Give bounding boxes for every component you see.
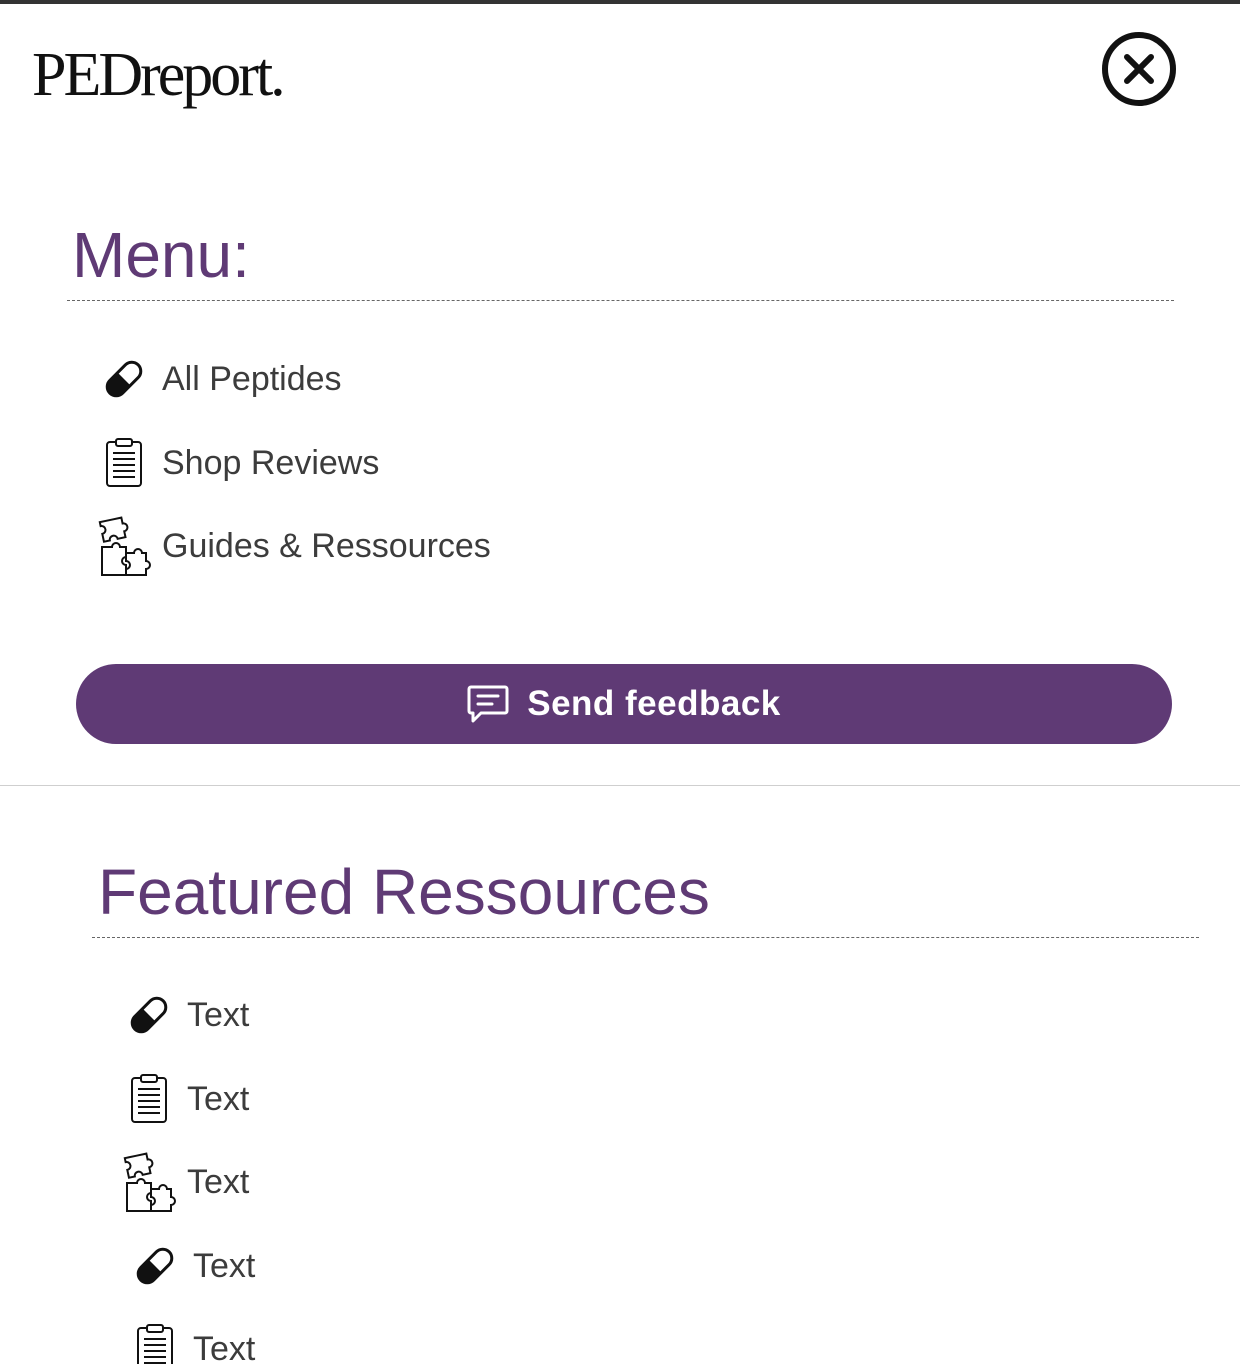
menu-item-label: Guides & Ressources bbox=[162, 527, 491, 565]
puzzle-pieces-icon bbox=[121, 1150, 177, 1214]
clipboard-list-icon bbox=[127, 1317, 183, 1364]
chat-bubble-icon bbox=[467, 684, 509, 724]
section-separator bbox=[0, 785, 1240, 786]
menu-item-guides-ressources[interactable]: Guides & Ressources bbox=[96, 514, 491, 578]
featured-item-label: Text bbox=[193, 1330, 256, 1364]
pill-icon bbox=[96, 347, 152, 411]
menu-item-label: Shop Reviews bbox=[162, 444, 380, 482]
menu-item-shop-reviews[interactable]: Shop Reviews bbox=[96, 431, 379, 495]
clipboard-list-icon bbox=[96, 431, 152, 495]
featured-item-label: Text bbox=[187, 1080, 250, 1118]
puzzle-pieces-icon bbox=[96, 514, 152, 578]
featured-item-label: Text bbox=[187, 996, 250, 1034]
menu-item-label: All Peptides bbox=[162, 360, 342, 398]
send-feedback-button[interactable]: Send feedback bbox=[76, 664, 1172, 744]
brand-logo[interactable]: PEDreport. bbox=[32, 40, 286, 110]
menu-title: Menu: bbox=[72, 219, 250, 291]
pill-icon bbox=[127, 1234, 183, 1298]
featured-item[interactable]: Text bbox=[121, 1067, 249, 1131]
featured-item[interactable]: Text bbox=[121, 1150, 249, 1214]
featured-item[interactable]: Text bbox=[127, 1317, 255, 1364]
featured-item-label: Text bbox=[187, 1163, 250, 1201]
featured-item[interactable]: Text bbox=[121, 983, 249, 1047]
featured-title: Featured Ressources bbox=[98, 856, 710, 928]
menu-item-all-peptides[interactable]: All Peptides bbox=[96, 347, 342, 411]
featured-divider bbox=[92, 937, 1199, 938]
menu-divider bbox=[67, 300, 1174, 301]
clipboard-list-icon bbox=[121, 1067, 177, 1131]
pill-icon bbox=[121, 983, 177, 1047]
featured-item[interactable]: Text bbox=[127, 1234, 255, 1298]
send-feedback-label: Send feedback bbox=[527, 684, 781, 723]
top-border bbox=[0, 0, 1240, 4]
close-button[interactable] bbox=[1102, 32, 1176, 106]
close-circle-icon bbox=[1124, 54, 1154, 84]
featured-item-label: Text bbox=[193, 1247, 256, 1285]
